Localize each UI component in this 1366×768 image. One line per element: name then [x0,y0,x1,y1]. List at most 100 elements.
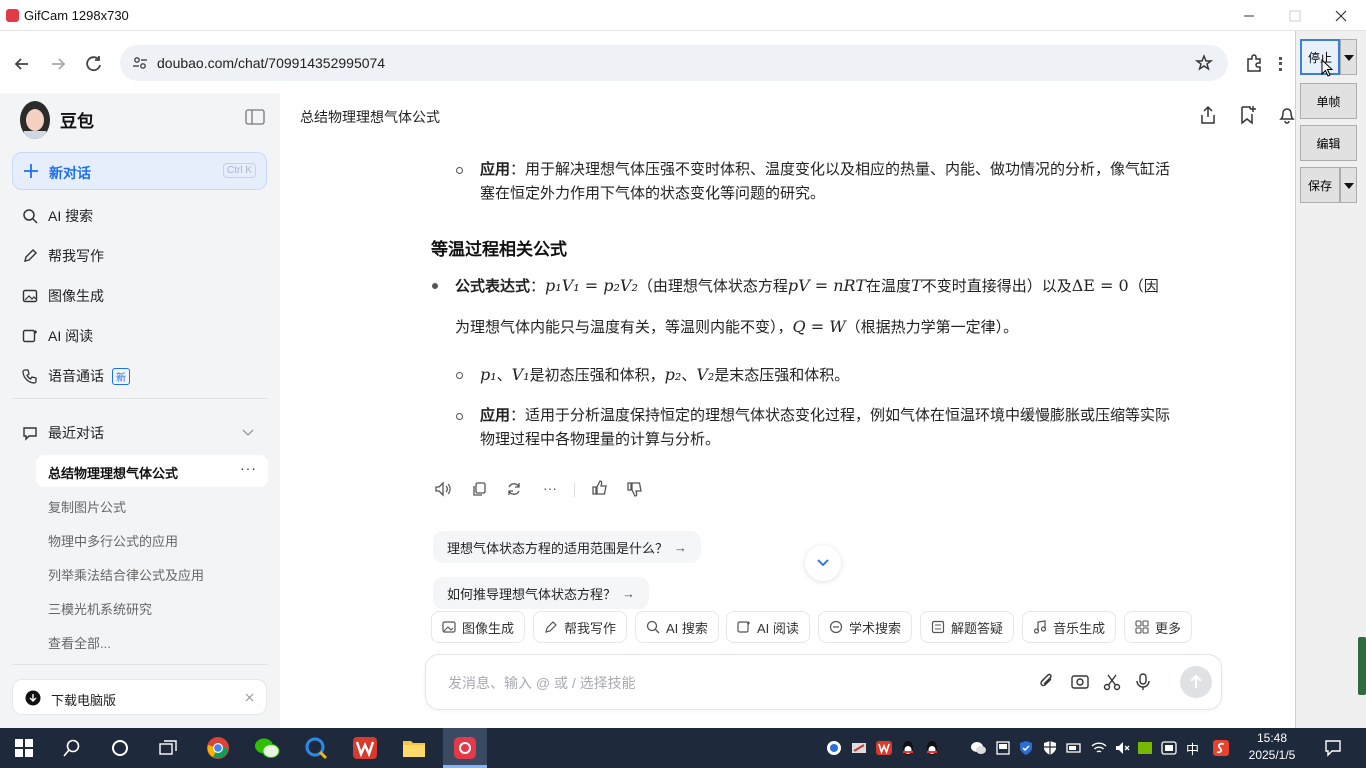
address-bar[interactable]: doubao.com/chat/709914352995074 [120,45,1228,81]
separator: 、 [681,367,697,384]
formula-text: 不变时直接得出）以及 [921,278,1072,295]
recent-chat-item[interactable]: 三模光机系统研究 [48,599,152,618]
input-placeholder: 发消息、输入 @ 或 / 选择技能 [448,675,636,691]
chrome-icon [207,737,229,759]
bell-icon[interactable] [1279,105,1295,125]
clock-time[interactable]: 15:48 [1250,731,1294,745]
tray-wechat-icon [971,742,986,754]
browser-menu-icon[interactable] [1279,57,1282,71]
message-input[interactable]: 发消息、输入 @ 或 / 选择技能 [425,654,1222,710]
regenerate-icon[interactable] [506,481,522,497]
scroll-down-button[interactable] [805,545,841,581]
taskbar-app-explorer[interactable] [394,728,434,768]
colon: ： [530,278,546,295]
microphone-icon[interactable] [1135,672,1151,692]
sidebar-item-reading[interactable]: AI 阅读 [12,318,268,354]
application-label: 应用 [480,161,511,178]
ime-indicator[interactable]: 中 [1186,739,1199,758]
notification-icon[interactable] [1324,739,1342,757]
taskbar-search-button[interactable] [52,728,92,768]
skill-ai-reading[interactable]: AI 阅读 [726,611,810,643]
view-all-link[interactable]: 查看全部... [48,633,111,652]
suggestion-chip[interactable]: 理想气体状态方程的适用范围是什么？ → [433,531,702,563]
taskbar-app-gifcam[interactable] [443,728,487,768]
skill-music-generation[interactable]: 音乐生成 [1022,611,1117,643]
academic-icon [829,620,843,634]
sidebar-item-writing[interactable]: 帮我写作 [12,238,268,274]
skill-image-generation[interactable]: 图像生成 [431,611,526,643]
thumbs-up-icon[interactable] [592,480,608,496]
scissors-icon[interactable] [1103,673,1121,691]
skill-more[interactable]: 更多 [1124,611,1193,643]
tray-battery-icon [1066,743,1081,753]
taskbar-app-browser[interactable] [296,728,336,768]
close-button[interactable] [1318,0,1364,31]
save-button[interactable]: 保存 [1300,167,1340,203]
new-chat-button[interactable]: 新对话 Ctrl K [12,152,267,190]
arrow-left-icon [14,58,28,70]
recent-chats-header[interactable]: 最近对话 [12,415,268,451]
sidebar-toggle-icon[interactable] [245,109,265,125]
chevron-down-icon [242,429,254,436]
speaker-icon[interactable] [434,481,452,497]
sidebar-item-voice[interactable]: 语音通话 新 [12,358,268,394]
save-dropdown[interactable] [1340,167,1357,203]
send-button[interactable] [1180,666,1212,698]
cortana-button[interactable] [100,728,140,768]
download-desktop-button[interactable]: 下载电脑版 [12,679,267,715]
reload-button[interactable] [83,53,105,75]
sidebar-item-ai-search[interactable]: AI 搜索 [12,198,268,234]
windows-logo-icon [15,739,33,757]
task-view-button[interactable] [148,728,188,768]
share-icon[interactable] [1199,105,1217,125]
shortcut-hint: Ctrl K [223,163,256,178]
thumbs-down-icon[interactable] [627,481,643,497]
suggestion-chip[interactable]: 如何推导理想气体状态方程？ → [433,577,650,609]
side-widget-tab[interactable] [1358,637,1366,695]
stop-dropdown[interactable] [1340,39,1357,75]
close-icon[interactable] [245,693,254,702]
skill-writing[interactable]: 帮我写作 [533,611,628,643]
skill-label: 图像生成 [462,620,515,636]
skill-academic-search[interactable]: 学术搜索 [818,611,913,643]
recent-chat-item[interactable]: 物理中多行公式的应用 [48,531,178,550]
start-button[interactable] [4,728,44,768]
recent-chat-item[interactable]: 列举乘法结合律公式及应用 [48,565,204,584]
sidebar-item-label: AI 搜索 [48,208,94,224]
taskbar-app-wechat[interactable] [247,728,287,768]
copy-icon[interactable] [471,481,487,497]
sidebar-item-label: 语音通话 [48,368,104,384]
minimize-button[interactable] [1226,0,1272,31]
skill-problem-solving[interactable]: 解题答疑 [920,611,1015,643]
formula-math: Q = W [792,317,846,336]
edit-button[interactable]: 编辑 [1300,125,1357,161]
skill-ai-search[interactable]: AI 搜索 [635,611,719,643]
taskbar: 中 15:48 2025/1/5 [0,728,1366,768]
list-bullet [432,283,438,289]
recent-chat-item[interactable]: 复制图片公式 [48,497,126,516]
bookmark-add-icon[interactable] [1239,105,1257,125]
skill-label: AI 搜索 [666,620,708,636]
image-upload-icon[interactable] [1070,673,1090,691]
taskbar-app-chrome[interactable] [198,728,238,768]
recent-header-label: 最近对话 [48,425,104,441]
maximize-button[interactable] [1272,0,1318,31]
formula-text: （因 [1128,278,1159,295]
bookmark-star-icon[interactable] [1195,54,1213,72]
caret-down-icon [1344,183,1354,189]
forward-button[interactable] [47,53,69,75]
taskbar-app-wps[interactable] [345,728,385,768]
back-button[interactable] [11,53,33,75]
clock-date[interactable]: 2025/1/5 [1246,748,1298,762]
maximize-icon [1289,10,1301,21]
sidebar-item-label: AI 阅读 [48,328,94,344]
extensions-icon[interactable] [1244,53,1264,73]
window-titlebar: GifCam 1298x730 [0,0,1366,31]
application-text: ：适用于分析温度保持恒定的理想气体状态变化过程，例如气体在恒温环境中缓慢膨胀或压… [510,407,1171,424]
more-options-icon[interactable]: ··· [240,460,257,476]
more-actions-icon[interactable]: ··· [543,480,557,496]
frame-button[interactable]: 单帧 [1300,83,1357,119]
attachment-icon[interactable] [1038,673,1056,691]
recent-chat-active[interactable]: 总结物理理想气体公式 ··· [36,455,268,487]
sidebar-item-image[interactable]: 图像生成 [12,278,268,314]
